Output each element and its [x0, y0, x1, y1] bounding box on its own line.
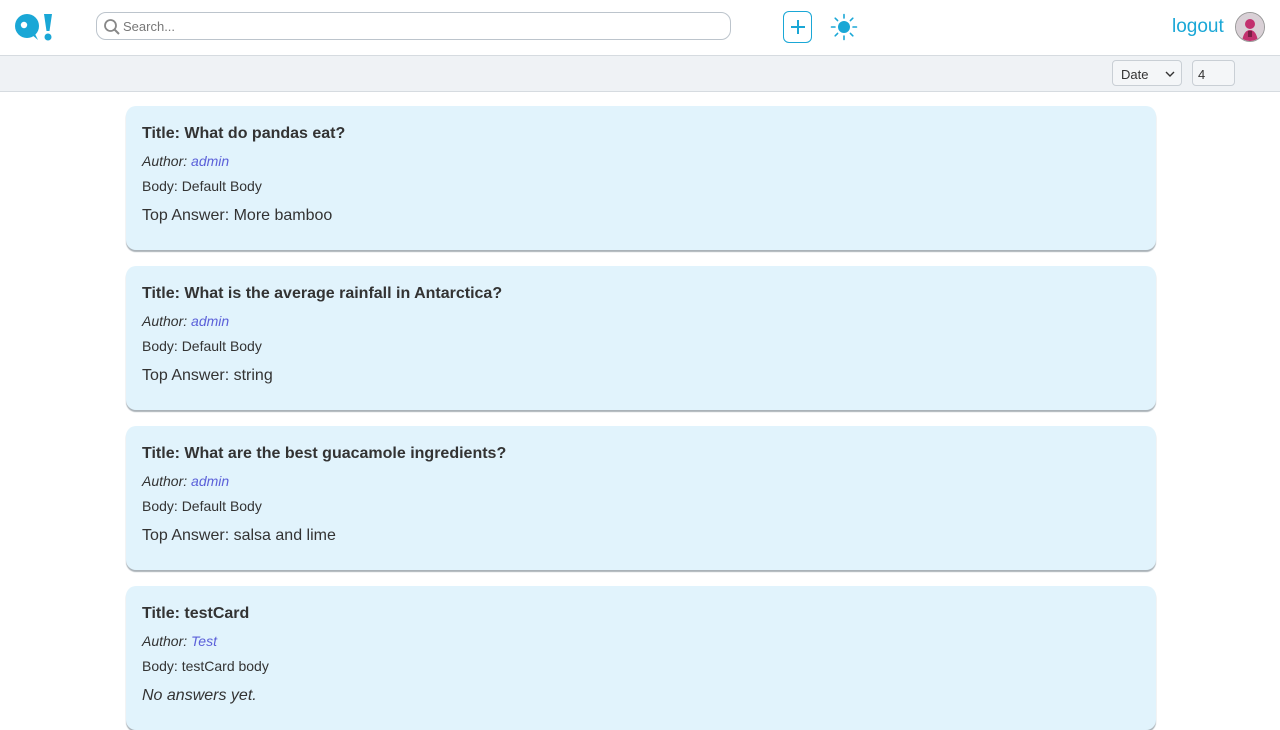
search-bar[interactable]: [96, 12, 731, 40]
limit-input[interactable]: 4: [1192, 60, 1235, 86]
question-card[interactable]: Title: What are the best guacamole ingre…: [126, 426, 1156, 570]
top-answer: Top Answer: string: [142, 367, 273, 384]
avatar[interactable]: [1235, 12, 1265, 42]
author-link[interactable]: admin: [191, 153, 229, 169]
no-answers-text: No answers yet.: [142, 687, 257, 704]
add-question-button[interactable]: [783, 11, 812, 43]
question-body: Body: testCard body: [142, 658, 269, 674]
author-link[interactable]: admin: [191, 313, 229, 329]
chevron-down-icon: [1165, 71, 1175, 77]
top-answer: Top Answer: More bamboo: [142, 207, 333, 224]
sort-dropdown[interactable]: Date: [1112, 60, 1182, 86]
question-author: Author: admin: [142, 153, 230, 169]
plus-icon: [790, 20, 805, 34]
limit-input-value: 4: [1198, 67, 1206, 82]
question-title: Title: testCard: [142, 605, 250, 622]
search-icon: [104, 19, 120, 35]
top-answer: Top Answer: salsa and lime: [142, 527, 336, 544]
question-author: Author: Test: [142, 633, 217, 649]
question-title: Title: What do pandas eat?: [142, 125, 346, 142]
logout-link[interactable]: logout: [1172, 16, 1224, 38]
question-card[interactable]: Title: What is the average rainfall in A…: [126, 266, 1156, 410]
author-link[interactable]: admin: [191, 473, 229, 489]
app-logo-icon[interactable]: [14, 12, 56, 42]
question-card[interactable]: Title: What do pandas eat? Author: admin…: [126, 106, 1156, 250]
question-card[interactable]: Title: testCard Author: Test Body: testC…: [126, 586, 1156, 730]
question-body: Body: Default Body: [142, 338, 262, 354]
question-title: Title: What is the average rainfall in A…: [142, 285, 503, 302]
top-navbar: logout: [0, 0, 1280, 56]
sun-icon[interactable]: [830, 13, 858, 41]
question-author: Author: admin: [142, 473, 230, 489]
search-input[interactable]: [123, 13, 723, 39]
author-link[interactable]: Test: [191, 633, 217, 649]
filter-bar: Date 4: [0, 56, 1280, 92]
question-title: Title: What are the best guacamole ingre…: [142, 445, 507, 462]
user-avatar-icon: [1236, 13, 1264, 41]
question-body: Body: Default Body: [142, 498, 262, 514]
question-author: Author: admin: [142, 313, 230, 329]
sort-dropdown-value: Date: [1121, 67, 1149, 82]
question-body: Body: Default Body: [142, 178, 262, 194]
